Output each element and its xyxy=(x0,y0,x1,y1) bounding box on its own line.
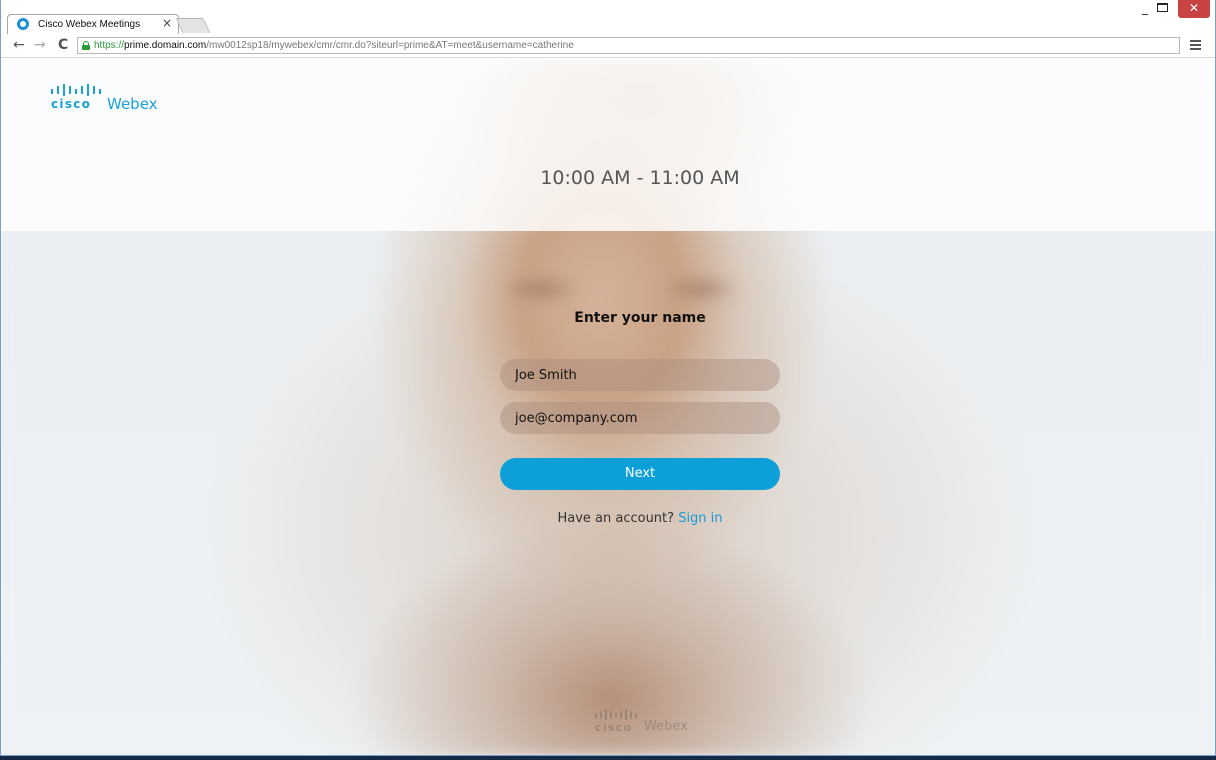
url-path: /mw0012sp18/mywebex/cmr/cmr.do?siteurl=p… xyxy=(206,40,574,51)
footer-cisco-bars-icon xyxy=(595,709,637,720)
url-scheme: https:// xyxy=(94,40,125,51)
meeting-time: 10:00 AM - 11:00 AM xyxy=(540,167,740,189)
webex-join-page: cisco Webex 10:00 AM - 11:00 AM Enter yo… xyxy=(1,59,1215,755)
header-panel xyxy=(1,59,1215,231)
footer-logo-webex-text: Webex xyxy=(644,719,688,734)
name-input[interactable] xyxy=(500,359,780,391)
logo-webex-text: Webex xyxy=(107,95,158,113)
sign-in-link[interactable]: Sign in xyxy=(678,511,722,526)
footer-logo-cisco-text: cisco xyxy=(595,721,633,734)
title-bar: Cisco Webex Meetings × _ ✕ xyxy=(1,0,1215,35)
reload-button[interactable]: C xyxy=(58,37,68,53)
back-button[interactable]: ← xyxy=(13,37,25,53)
url-host: prime.domain.com xyxy=(124,40,207,51)
footer-cisco-webex-logo: cisco Webex xyxy=(594,709,704,739)
minimize-button[interactable]: _ xyxy=(1137,1,1153,20)
tab-title: Cisco Webex Meetings xyxy=(38,19,141,30)
forward-button[interactable]: → xyxy=(34,37,46,53)
address-bar[interactable]: https://prime.domain.com/mw0012sp18/mywe… xyxy=(77,37,1180,54)
new-tab-button[interactable] xyxy=(175,18,211,33)
logo-cisco-text: cisco xyxy=(51,97,92,111)
email-input[interactable] xyxy=(500,402,780,434)
account-prompt-line: Have an account? Sign in xyxy=(500,511,780,526)
maximize-icon xyxy=(1157,3,1168,12)
tab-close-icon[interactable]: × xyxy=(162,16,172,30)
form-title: Enter your name xyxy=(574,310,706,326)
cisco-bars-icon xyxy=(51,84,101,96)
browser-toolbar: ← → C https://prime.domain.com/mw0012sp1… xyxy=(1,34,1215,58)
browser-tab[interactable]: Cisco Webex Meetings × xyxy=(7,14,179,35)
lock-icon xyxy=(82,41,90,50)
next-button[interactable]: Next xyxy=(500,458,780,490)
browser-menu-icon[interactable] xyxy=(1190,40,1201,50)
desktop-edge xyxy=(0,756,1216,760)
browser-window: Cisco Webex Meetings × _ ✕ ← → C https:/… xyxy=(0,0,1216,756)
webex-favicon-icon xyxy=(17,18,29,30)
account-prompt-text: Have an account? xyxy=(557,511,675,526)
close-window-button[interactable]: ✕ xyxy=(1178,0,1210,18)
maximize-button[interactable] xyxy=(1157,3,1171,22)
cisco-webex-logo: cisco Webex xyxy=(50,84,170,118)
